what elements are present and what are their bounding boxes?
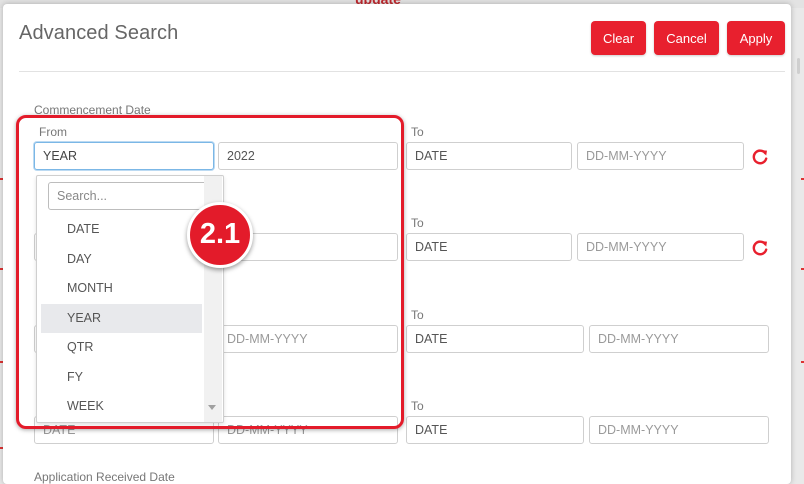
- row2-to-date-input[interactable]: DD-MM-YYYY: [577, 233, 744, 261]
- row4-to-date-input[interactable]: DD-MM-YYYY: [589, 416, 769, 444]
- application-received-date-label: Application Received Date: [34, 470, 175, 484]
- clear-button[interactable]: Clear: [591, 21, 646, 55]
- row2-to-label: To: [411, 216, 424, 230]
- apply-button[interactable]: Apply: [727, 21, 785, 55]
- to-date-input[interactable]: DD-MM-YYYY: [577, 142, 744, 170]
- row4-to-type-select[interactable]: DATE: [406, 416, 584, 444]
- to-type-select[interactable]: DATE: [406, 142, 572, 170]
- row2-to-type-select[interactable]: DATE: [406, 233, 572, 261]
- row3-to-date-input[interactable]: DD-MM-YYYY: [589, 325, 769, 353]
- row3-to-type-select[interactable]: DATE: [406, 325, 584, 353]
- step-badge: 2.1: [187, 202, 253, 268]
- reset-icon[interactable]: [751, 239, 769, 257]
- row4-to-label: To: [411, 399, 424, 413]
- modal-title: Advanced Search: [19, 22, 179, 44]
- row3-to-label: To: [411, 308, 424, 322]
- annotation-highlight-box: [16, 115, 404, 429]
- header-divider: [19, 71, 785, 72]
- cancel-button[interactable]: Cancel: [654, 21, 719, 55]
- to-label: To: [411, 125, 424, 139]
- reset-icon[interactable]: [751, 148, 769, 166]
- page-scrollbar-thumb[interactable]: [797, 58, 800, 74]
